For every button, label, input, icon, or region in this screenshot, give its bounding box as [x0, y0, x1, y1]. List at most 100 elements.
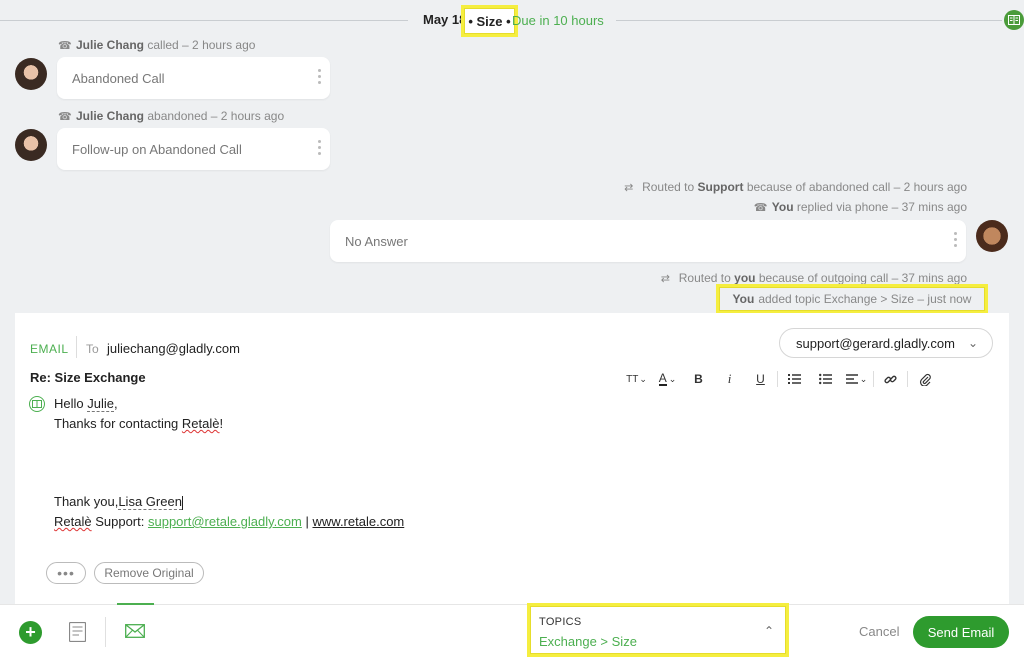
card-title: No Answer — [345, 234, 408, 249]
no-answer-card[interactable]: No Answer — [330, 220, 966, 262]
email-subject[interactable]: Re: Size Exchange — [30, 370, 146, 385]
chevron-down-icon: ⌄ — [967, 336, 978, 350]
route-icon: ⇄ — [624, 182, 634, 194]
font-color-button[interactable]: A ⌄ — [652, 368, 683, 390]
signoff-line[interactable]: Thank you,Lisa Green — [54, 494, 183, 510]
to-label: To — [86, 342, 99, 356]
routed-target: Support — [697, 180, 744, 194]
text-size-button[interactable]: TT ⌄ — [621, 368, 652, 390]
missed-call-icon: ☎ — [58, 111, 72, 123]
show-more-button[interactable]: ••• — [46, 562, 86, 584]
due-time: Due in 10 hours — [512, 13, 604, 28]
font-color-icon: A — [658, 371, 667, 386]
numbered-list-button[interactable] — [779, 368, 810, 390]
note-icon[interactable] — [69, 622, 86, 642]
bulleted-list-button[interactable] — [810, 368, 841, 390]
routed-suffix: because of outgoing call – 37 mins ago — [758, 271, 967, 285]
toolbar-separator — [873, 371, 874, 387]
replied-meta: ☎ You replied via phone – 37 mins ago — [754, 200, 967, 214]
routed-support-meta: ⇄ Routed to Support because of abandoned … — [624, 180, 967, 194]
italic-button[interactable]: i — [714, 368, 745, 390]
bold-button[interactable]: B — [683, 368, 714, 390]
knowledge-base-icon[interactable] — [1004, 10, 1024, 30]
card-title: Abandoned Call — [72, 71, 165, 86]
chevron-up-icon: ⌃ — [763, 624, 774, 638]
phone-icon: ☎ — [753, 202, 768, 214]
size-topic-highlight: • Size • — [461, 5, 518, 37]
signature-separator: | — [305, 514, 309, 529]
greeting-line[interactable]: Hello Julie, — [54, 396, 118, 412]
plus-icon: + — [25, 622, 36, 642]
topic-note-text: added topic Exchange > Size – just now — [758, 292, 972, 306]
abandoned-event-meta: ☎ Julie Chang abandoned – 2 hours ago — [58, 109, 284, 123]
attach-button[interactable] — [909, 368, 940, 390]
toolbar-separator — [777, 371, 778, 387]
divider — [76, 336, 77, 358]
header-rule-left — [0, 20, 408, 21]
from-address-select[interactable]: support@gerard.gladly.com ⌄ — [779, 328, 993, 358]
text-cursor — [181, 495, 183, 510]
toolbar-separator — [907, 371, 908, 387]
email-icon[interactable] — [125, 624, 145, 638]
date-header: May 18 • Size • Due in 10 hours — [0, 0, 1024, 40]
customer-avatar — [15, 58, 47, 90]
event-actor: You — [771, 200, 794, 214]
align-icon — [845, 374, 858, 384]
answers-icon[interactable] — [29, 396, 45, 412]
website-link[interactable]: www.retale.com — [313, 514, 405, 529]
customer-avatar — [15, 129, 47, 161]
signature-label: Support: — [95, 514, 145, 529]
link-button[interactable] — [875, 368, 906, 390]
more-options-icon[interactable] — [318, 140, 322, 158]
size-badge: • Size • — [468, 13, 511, 29]
event-actor: You — [732, 292, 755, 306]
event-actor: Julie Chang — [76, 109, 145, 123]
customer-name-variable: Julie — [87, 396, 114, 412]
routed-prefix: Routed to — [678, 271, 731, 285]
link-icon — [884, 375, 897, 383]
greeting-text: Hello — [54, 396, 84, 411]
topics-selector[interactable]: TOPICS Exchange > Size ⌃ — [527, 603, 789, 657]
to-email-field[interactable]: juliechang@gladly.com — [107, 341, 240, 356]
send-email-button[interactable]: Send Email — [913, 616, 1009, 648]
topic-added-note: You added topic Exchange > Size – just no… — [716, 284, 988, 314]
active-tab-indicator — [117, 603, 154, 605]
signature-line[interactable]: Retalè Support: support@retale.gladly.co… — [54, 514, 404, 529]
bulleted-list-icon — [818, 373, 832, 385]
follow-up-card[interactable]: Follow-up on Abandoned Call — [57, 128, 330, 170]
topics-value: Exchange > Size — [539, 634, 637, 649]
abandoned-call-card[interactable]: Abandoned Call — [57, 57, 330, 99]
topics-label: TOPICS — [539, 616, 582, 628]
paperclip-icon — [919, 373, 931, 386]
channel-label[interactable]: EMAIL — [30, 342, 69, 356]
routed-target: you — [734, 271, 756, 285]
thanks-line[interactable]: Thanks for contacting Retalè! — [54, 416, 223, 431]
numbered-list-icon — [787, 374, 801, 384]
header-rule-right — [616, 20, 1002, 21]
event-action: abandoned – 2 hours ago — [147, 109, 285, 123]
conversation-date: May 18 — [423, 12, 467, 27]
add-button[interactable]: + — [19, 621, 42, 644]
card-title: Follow-up on Abandoned Call — [72, 142, 242, 157]
greeting-punctuation: , — [114, 396, 118, 411]
remove-original-button[interactable]: Remove Original — [94, 562, 204, 584]
formatting-toolbar: TT ⌄ A ⌄ B i U ⌄ — [621, 368, 940, 390]
routed-you-meta: ⇄ Routed to you because of outgoing call … — [661, 271, 967, 285]
call-event-meta: ☎ Julie Chang called – 2 hours ago — [58, 38, 255, 52]
underline-button[interactable]: U — [745, 368, 776, 390]
from-address-value: support@gerard.gladly.com — [796, 335, 955, 351]
cancel-button[interactable]: Cancel — [859, 624, 899, 639]
more-options-icon[interactable] — [318, 69, 322, 87]
text-size-icon: TT — [626, 373, 639, 385]
phone-icon: ☎ — [58, 40, 72, 52]
routed-prefix: Routed to — [642, 180, 695, 194]
more-options-icon[interactable] — [954, 232, 958, 250]
align-button[interactable]: ⌄ — [841, 368, 872, 390]
support-email-link[interactable]: support@retale.gladly.com — [148, 514, 302, 529]
divider — [105, 617, 106, 647]
bottom-action-bar: + TOPICS Exchange > Size ⌃ Cancel Send E… — [0, 603, 1024, 657]
thanks-text: Thanks for contacting — [54, 416, 179, 431]
thanks-punctuation: ! — [219, 416, 224, 431]
event-action: replied via phone – 37 mins ago — [796, 200, 967, 214]
routed-suffix: because of abandoned call – 2 hours ago — [746, 180, 967, 194]
